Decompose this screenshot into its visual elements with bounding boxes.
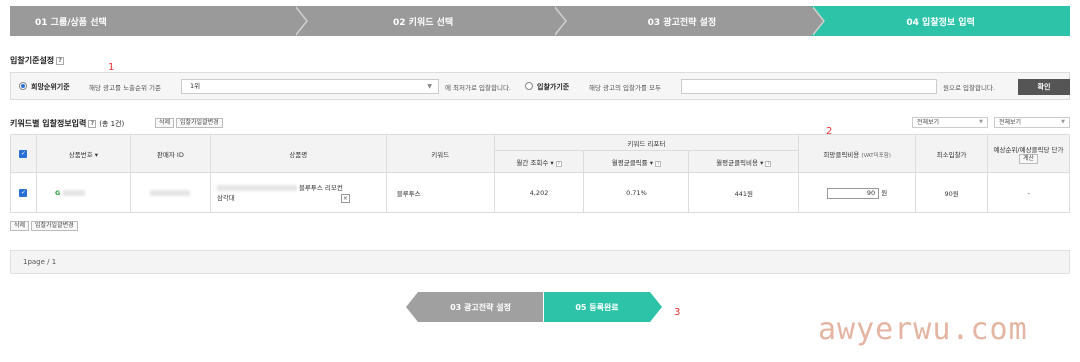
desired-cpc-cell: 90 원 <box>798 172 917 213</box>
col-product-name: 상품명 <box>209 134 387 173</box>
filter-select-1-value: 전체보기 <box>917 119 940 126</box>
step-1-label: 01 그룹/상품 선택 <box>35 17 107 28</box>
rank-select-value: 1위 <box>190 82 201 90</box>
step-2-label: 02 키워드 선택 <box>393 17 454 28</box>
step-1: 01 그룹/상품 선택 <box>10 6 308 36</box>
col-keyword: 키워드 <box>385 134 495 173</box>
option1-desc: 해당 광고를 노출순위 기준 <box>89 84 161 92</box>
col-desired-cpc: 희망클릭비용 (VAT미포함) <box>798 134 917 173</box>
option2-desc: 해당 광고의 입찰가를 모두 <box>589 84 661 92</box>
option2-suffix: 원으로 입찰합니다. <box>943 84 995 92</box>
rank-select[interactable]: 1위 ▼ <box>181 79 439 94</box>
table-row: ✓ G 블루투스 리모컨 삼각대 × 블루투스 4,202 0.71% 441원… <box>10 172 1070 213</box>
bid-unit: 원 <box>881 188 888 197</box>
step-3-label: 03 광고전략 설정 <box>647 17 717 28</box>
product-name-line1: 블루투스 리모컨 <box>298 183 343 192</box>
col-expected-rank: 예상순위/예상클릭당 단가 계산 <box>987 134 1070 173</box>
monthly-search-label: 월간 조회수 ▾ <box>516 158 554 167</box>
keyword-bid-table: ✓ 상품번호 ▾ 판매자 ID 상품명 키워드 키워드 리포터 희망클릭비용 (… <box>10 134 1070 213</box>
radio-desired-rank[interactable] <box>19 82 27 90</box>
blurred-text <box>150 189 191 196</box>
next-step-label: 05 등록완료 <box>575 302 619 312</box>
product-no-cell: G <box>35 172 131 213</box>
blurred-text <box>216 184 297 191</box>
col-monthly-search[interactable]: 월간 조회수 ▾ ? <box>493 150 585 173</box>
bulk-bid-change-button-bottom[interactable]: 입찰가일괄변경 <box>31 221 78 231</box>
avg-ctr-cell: 0.71% <box>583 172 690 213</box>
col-avg-cpc[interactable]: 월평균클릭비용 ▾ ? <box>688 150 800 173</box>
help-icon[interactable]: ? <box>765 160 772 167</box>
col-seller-id: 판매자 ID <box>129 134 211 173</box>
min-bid-cell: 90원 <box>915 172 989 213</box>
bulk-bid-change-button[interactable]: 입찰가일괄변경 <box>176 118 223 128</box>
col-product-no[interactable]: 상품번호 ▾ <box>35 134 131 173</box>
calc-button[interactable]: 계산 <box>1018 153 1039 164</box>
product-no-prefix: G <box>54 188 61 197</box>
step-4-active: 04 입찰정보 입력 <box>811 6 1070 36</box>
chevron-down-icon: ▼ <box>1061 119 1065 125</box>
keyword-section-title-text: 키워드별 입찰정보입력 <box>10 119 87 128</box>
keyword-count: (총 1건) <box>99 120 125 128</box>
step-4-label: 04 입찰정보 입력 <box>906 17 975 28</box>
help-icon[interactable]: ? <box>88 119 97 128</box>
register-complete-button[interactable]: 05 등록완료 <box>544 292 662 322</box>
chevron-down-icon: ▼ <box>979 119 983 125</box>
step-3: 03 광고전략 설정 <box>552 6 826 36</box>
checkbox-checked-icon[interactable]: ✓ <box>19 189 28 197</box>
col-avg-ctr[interactable]: 월평균클릭률 ▾ ? <box>583 150 690 173</box>
filter-select-2-value: 전체보기 <box>999 119 1022 126</box>
step-2: 02 키워드 선택 <box>293 6 567 36</box>
help-icon[interactable]: ? <box>56 56 65 65</box>
chevron-down-icon: ▼ <box>427 83 432 90</box>
avg-cpc-cell: 441원 <box>688 172 800 213</box>
product-name-line2: 삼각대 <box>216 193 235 202</box>
confirm-button[interactable]: 확인 <box>1018 79 1070 95</box>
option1-suffix: 에 최저가로 입찰합니다. <box>445 84 511 92</box>
marker-3: 3 <box>674 307 681 318</box>
option1-label: 희망순위기준 <box>31 83 70 91</box>
checkbox-checked-icon[interactable]: ✓ <box>19 150 28 158</box>
watermark: awyerwu.com <box>818 312 1028 347</box>
bid-criteria-box: 희망순위기준 해당 광고를 노출순위 기준 1위 ▼ 에 최저가로 입찰합니다.… <box>10 72 1070 100</box>
help-icon[interactable]: ? <box>555 160 562 167</box>
expected-rank-cell: - <box>987 172 1070 213</box>
desired-cpc-note: (VAT미포함) <box>861 152 891 159</box>
criteria-title: 입찰기준설정? <box>10 55 65 66</box>
monthly-search-cell: 4,202 <box>493 172 585 213</box>
seller-id-cell <box>129 172 211 213</box>
blurred-text <box>62 189 85 196</box>
delete-button[interactable]: 삭제 <box>155 118 175 128</box>
prev-step-button[interactable]: 03 광고전략 설정 <box>406 292 543 322</box>
close-icon[interactable]: × <box>340 193 350 203</box>
prev-step-label: 03 광고전략 설정 <box>450 302 511 312</box>
pagination-text: 1page / 1 <box>23 258 57 266</box>
radio-bid-price[interactable] <box>525 82 533 90</box>
col-min-bid: 최소입찰가 <box>915 134 989 173</box>
avg-cpc-label: 월평균클릭비용 ▾ <box>716 158 764 167</box>
col-keyword-report: 키워드 리포터 <box>493 134 800 151</box>
bid-amount-input[interactable]: 90 <box>827 187 880 199</box>
filter-select-1[interactable]: 전체보기 ▼ <box>912 117 988 128</box>
product-name-cell: 블루투스 리모컨 삼각대 × <box>209 172 387 213</box>
avg-ctr-label: 월평균클릭률 ▾ <box>611 158 653 167</box>
criteria-title-text: 입찰기준설정 <box>10 56 55 65</box>
delete-button-bottom[interactable]: 삭제 <box>10 221 30 231</box>
keyword-section-title: 키워드별 입찰정보입력? (총 1건) <box>10 118 124 129</box>
option2-label: 입찰가기준 <box>537 83 570 91</box>
row-checkbox-cell[interactable]: ✓ <box>10 172 37 213</box>
help-icon[interactable]: ? <box>655 160 662 167</box>
desired-cpc-label: 희망클릭비용 <box>823 150 860 159</box>
pagination-bar: 1page / 1 <box>10 250 1070 274</box>
filter-select-2[interactable]: 전체보기 ▼ <box>994 117 1070 128</box>
bid-price-input[interactable] <box>681 79 937 94</box>
expected-rank-label: 예상순위/예상클릭당 단가 <box>993 145 1064 154</box>
step-progress-bar: 01 그룹/상품 선택 02 키워드 선택 03 광고전략 설정 04 입찰정보… <box>10 6 1070 36</box>
keyword-cell: 블루투스 <box>385 172 495 213</box>
select-all-cell[interactable]: ✓ <box>10 134 37 173</box>
